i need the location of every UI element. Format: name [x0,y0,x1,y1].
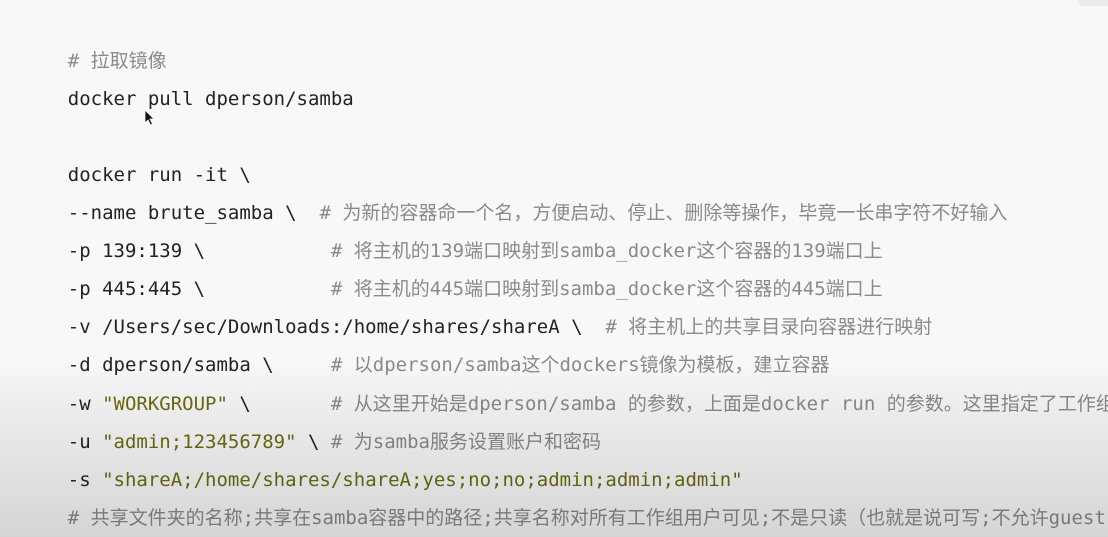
code-block: # 拉取镜像 docker pull dperson/samba docker … [0,0,1108,537]
mouse-pointer-icon [145,110,155,126]
line-comment: # 共享文件夹的名称;共享在samba容器中的路径;共享名称对所有工作组用户可见… [67,507,1106,529]
line-code: docker pull dperson/samba [67,88,354,110]
code-line-2: docker pull dperson/samba [22,63,354,135]
code-line-12: # 共享文件夹的名称;共享在samba容器中的路径;共享名称对所有工作组用户可见… [22,482,1106,537]
scroll-corner [1078,0,1108,6]
